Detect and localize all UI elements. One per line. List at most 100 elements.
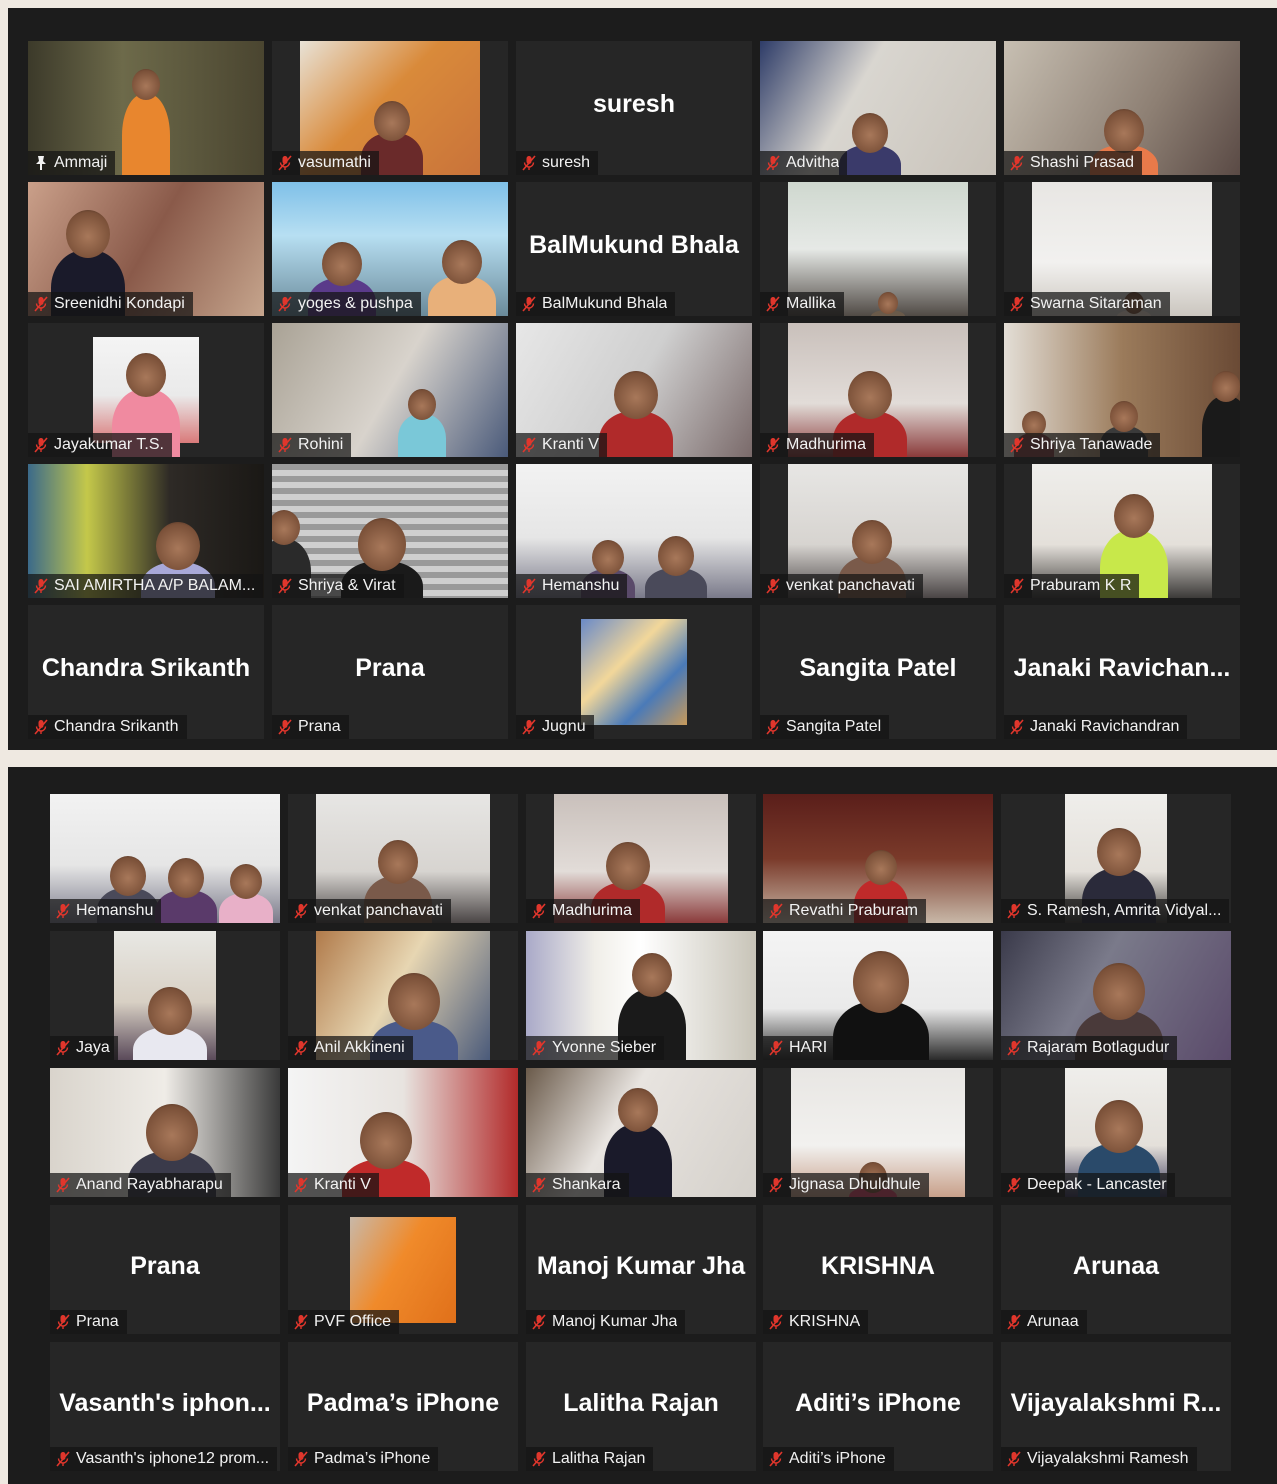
participant-tile[interactable]: BalMukund Bhala BalMukund Bhala — [516, 182, 752, 316]
participant-tile[interactable]: Vijayalakshmi R... Vijayalakshmi Ramesh — [1001, 1342, 1231, 1471]
participant-display-name: Vasanth's iphon... — [59, 1388, 271, 1417]
participant-tile[interactable]: Revathi Praburam — [763, 794, 993, 923]
participant-tile[interactable]: Advitha — [760, 41, 996, 175]
person-face — [378, 840, 418, 884]
participant-tile[interactable]: Manoj Kumar Jha Manoj Kumar Jha — [526, 1205, 756, 1334]
participant-tile[interactable]: Shriya Tanawade — [1004, 323, 1240, 457]
participant-tile[interactable]: PVF Office — [288, 1205, 518, 1334]
participant-tile[interactable]: Padma’s iPhone Padma’s iPhone — [288, 1342, 518, 1471]
participant-tile[interactable]: Jayakumar T.S. — [28, 323, 264, 457]
participant-tile[interactable]: Hemanshu — [516, 464, 752, 598]
participant-tile[interactable]: Shankara — [526, 1068, 756, 1197]
participant-name-label: Deepak - Lancaster — [1001, 1173, 1175, 1197]
mic-muted-icon — [34, 719, 48, 735]
participant-tile[interactable]: yoges & pushpa — [272, 182, 508, 316]
participant-name-text: Kranti V — [314, 1176, 371, 1193]
participant-name-label: Manoj Kumar Jha — [526, 1310, 686, 1334]
person-face — [614, 371, 658, 420]
participant-tile[interactable]: Jaya — [50, 931, 280, 1060]
person-face — [592, 540, 624, 576]
participant-tile[interactable]: venkat panchavati — [760, 464, 996, 598]
mic-muted-icon — [769, 1451, 783, 1467]
participant-tile[interactable]: S. Ramesh, Amrita Vidyal... — [1001, 794, 1231, 923]
mic-muted-icon — [294, 1451, 308, 1467]
participant-name-text: Vijayalakshmi Ramesh — [1027, 1450, 1189, 1467]
participant-tile[interactable]: Aditi’s iPhone Aditi’s iPhone — [763, 1342, 993, 1471]
participant-name-text: Deepak - Lancaster — [1027, 1176, 1167, 1193]
participant-tile[interactable]: Yvonne Sieber — [526, 931, 756, 1060]
participant-tile[interactable]: SAI AMIRTHA A/P BALAM... — [28, 464, 264, 598]
participant-tile[interactable]: HARI — [763, 931, 993, 1060]
participant-tile[interactable]: Madhurima — [760, 323, 996, 457]
participant-name-label: Janaki Ravichandran — [1004, 715, 1188, 739]
participant-tile[interactable]: Rohini — [272, 323, 508, 457]
participant-tile[interactable]: Madhurima — [526, 794, 756, 923]
participant-tile[interactable]: Anand Rayabharapu — [50, 1068, 280, 1197]
participant-tile[interactable]: Anil Akkineni — [288, 931, 518, 1060]
participant-name-label: suresh — [516, 151, 599, 175]
mic-muted-icon — [522, 437, 536, 453]
participant-name-label: Revathi Praburam — [763, 899, 926, 923]
mic-muted-icon — [278, 437, 292, 453]
mic-muted-icon — [766, 719, 780, 735]
participant-display-name: Manoj Kumar Jha — [536, 1251, 746, 1280]
participant-name-text: Anil Akkineni — [314, 1039, 405, 1056]
participant-name-label: KRISHNA — [763, 1310, 869, 1334]
person-face — [358, 518, 406, 571]
person-face — [110, 856, 146, 896]
participant-tile[interactable]: Hemanshu — [50, 794, 280, 923]
participant-name-label: Jignasa Dhuldhule — [763, 1173, 929, 1197]
participant-tile[interactable]: Prana Prana — [50, 1205, 280, 1334]
mic-muted-icon — [56, 1314, 70, 1330]
participant-name-label: Anand Rayabharapu — [50, 1173, 231, 1197]
participant-name-label: Padma’s iPhone — [288, 1447, 439, 1471]
participant-name-text: SAI AMIRTHA A/P BALAM... — [54, 577, 256, 594]
mic-muted-icon — [769, 1177, 783, 1193]
pin-icon — [36, 156, 46, 170]
participant-tile[interactable]: Mallika — [760, 182, 996, 316]
person-figure — [122, 94, 170, 175]
mic-muted-icon — [532, 1040, 546, 1056]
participant-tile[interactable]: Swarna Sitaraman — [1004, 182, 1240, 316]
participant-tile[interactable]: suresh suresh — [516, 41, 752, 175]
participant-name-label: Shankara — [526, 1173, 629, 1197]
participant-tile[interactable]: Vasanth's iphon... Vasanth's iphone12 pro… — [50, 1342, 280, 1471]
participant-tile[interactable]: Janaki Ravichan... Janaki Ravichandran — [1004, 605, 1240, 739]
participant-display-name: Arunaa — [1072, 1251, 1160, 1280]
participant-name-text: Revathi Praburam — [789, 902, 918, 919]
participant-tile[interactable]: Kranti V — [516, 323, 752, 457]
participant-display-name: Vijayalakshmi R... — [1010, 1388, 1222, 1417]
participant-tile[interactable]: Shriya & Virat — [272, 464, 508, 598]
participant-tile[interactable]: Sangita Patel Sangita Patel — [760, 605, 996, 739]
participant-name-label: Hemanshu — [516, 574, 628, 598]
participant-name-text: Lalitha Rajan — [552, 1450, 646, 1467]
participant-tile[interactable]: Jignasa Dhuldhule — [763, 1068, 993, 1197]
participant-tile[interactable]: venkat panchavati — [288, 794, 518, 923]
participant-tile[interactable]: Sreenidhi Kondapi — [28, 182, 264, 316]
participant-name-text: Jayakumar T.S. — [54, 436, 164, 453]
participant-tile[interactable]: Praburam K R — [1004, 464, 1240, 598]
participant-tile[interactable]: Rajaram Botlagudur — [1001, 931, 1231, 1060]
participant-name-label: Sangita Patel — [760, 715, 890, 739]
participant-tile[interactable]: Arunaa Arunaa — [1001, 1205, 1231, 1334]
mic-muted-icon — [34, 437, 48, 453]
participant-tile[interactable]: KRISHNA KRISHNA — [763, 1205, 993, 1334]
person-face — [1093, 963, 1145, 1021]
mic-muted-icon — [522, 155, 536, 171]
person-face — [230, 864, 262, 900]
mic-muted-icon — [56, 1177, 70, 1193]
participant-tile[interactable]: Prana Prana — [272, 605, 508, 739]
participant-tile[interactable]: Deepak - Lancaster — [1001, 1068, 1231, 1197]
participant-tile[interactable]: Jugnu — [516, 605, 752, 739]
participant-tile[interactable]: Shashi Prasad — [1004, 41, 1240, 175]
participant-tile[interactable]: Kranti V — [288, 1068, 518, 1197]
participant-display-name: Janaki Ravichan... — [1013, 654, 1231, 683]
participant-tile[interactable]: vasumathi — [272, 41, 508, 175]
participant-tile[interactable]: Chandra Srikanth Chandra Srikanth — [28, 605, 264, 739]
participant-tile[interactable]: Lalitha Rajan Lalitha Rajan — [526, 1342, 756, 1471]
participant-tile[interactable]: Ammaji — [28, 41, 264, 175]
participant-name-text: Kranti V — [542, 436, 599, 453]
participant-name-text: Ammaji — [54, 154, 108, 171]
person-face — [374, 101, 410, 141]
mic-muted-icon — [1010, 719, 1024, 735]
